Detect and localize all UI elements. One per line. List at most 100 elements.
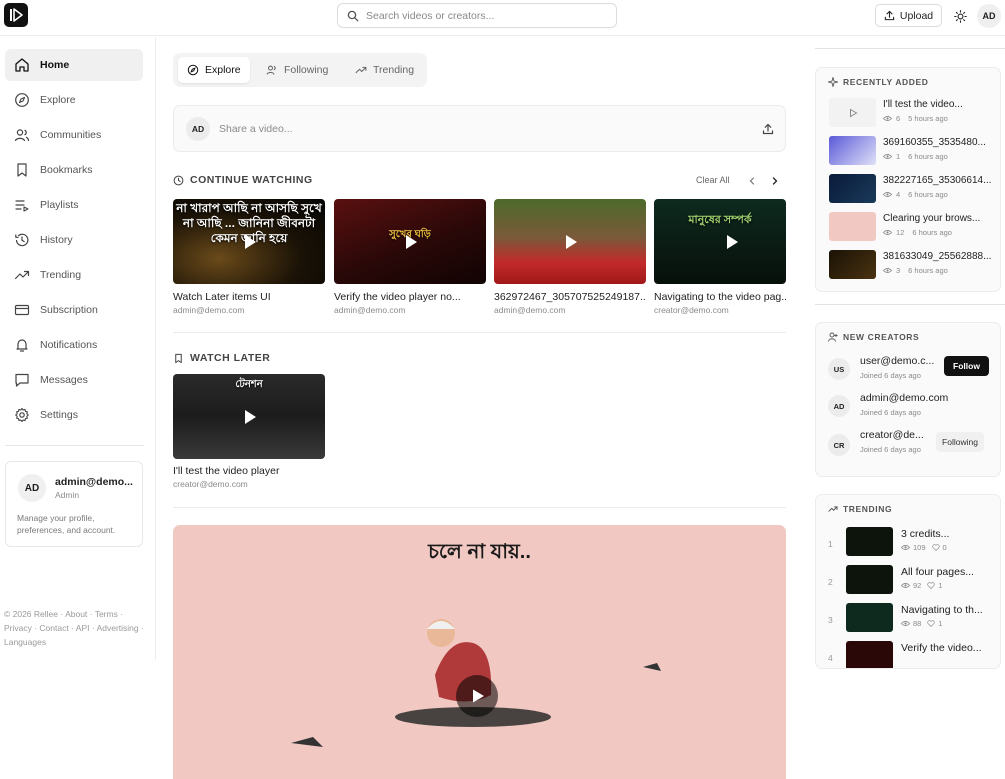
history-icon — [14, 232, 30, 248]
video-title[interactable]: I'll test the video player — [173, 465, 325, 477]
video-thumbnail[interactable]: মানুষের সম্পর্ক — [654, 199, 786, 284]
list-item[interactable]: 382227165_35306614... 4 6 hours ago — [829, 174, 999, 204]
eye-icon — [883, 229, 892, 236]
sidebar-footer-links[interactable]: © 2026 Rellee · About · Terms · Privacy … — [4, 607, 150, 649]
item-meta: 12 6 hours ago — [883, 228, 952, 237]
sidebar-item-label: Notifications — [40, 339, 98, 351]
video-thumbnail[interactable]: টেনশন — [173, 374, 325, 459]
sidebar-item-label: Home — [40, 59, 70, 71]
like-count: 1 — [938, 619, 943, 628]
sidebar-item-bookmarks[interactable]: Bookmarks — [5, 154, 143, 186]
list-item[interactable]: 369160355_3535480... 1 6 hours ago — [829, 136, 999, 166]
tab-label: Trending — [373, 64, 415, 76]
video-thumbnail — [829, 136, 876, 165]
timestamp: 6 hours ago — [912, 228, 952, 237]
profile-role: Admin — [55, 490, 80, 500]
video-author[interactable]: admin@demo.com — [334, 305, 405, 315]
trending-item[interactable]: 3 Navigating to th... 88 1 — [828, 603, 998, 637]
creator-name: creator@de... — [860, 429, 924, 441]
video-thumbnail — [829, 212, 876, 241]
rank: 4 — [828, 653, 833, 663]
eye-icon — [883, 267, 892, 274]
video-thumbnail[interactable]: সুখের ঘড়ি — [334, 199, 486, 284]
item-meta: 3 6 hours ago — [883, 266, 948, 275]
heart-icon — [931, 544, 940, 551]
sidebar-item-notifications[interactable]: Notifications — [5, 329, 143, 361]
timestamp: 6 hours ago — [908, 190, 948, 199]
sidebar-item-explore[interactable]: Explore — [5, 84, 143, 116]
video-title[interactable]: Verify the video player no... — [334, 291, 486, 303]
compass-icon — [14, 92, 30, 108]
sun-icon[interactable] — [951, 7, 969, 25]
video-thumbnail — [829, 250, 876, 279]
card-icon — [14, 302, 30, 318]
video-author[interactable]: admin@demo.com — [494, 305, 565, 315]
following-button[interactable]: Following — [936, 432, 984, 452]
creator-row[interactable]: US user@demo.c... Joined 6 days ago Foll… — [828, 355, 998, 391]
video-title[interactable]: 362972467_305707525249187... — [494, 291, 646, 303]
chevron-right-icon[interactable] — [768, 174, 782, 188]
creator-row[interactable]: AD admin@demo.com Joined 6 days ago — [828, 392, 998, 428]
sidebar-item-history[interactable]: History — [5, 224, 143, 256]
item-title: Verify the video... — [901, 642, 982, 654]
play-button[interactable] — [456, 675, 498, 717]
logo-icon[interactable] — [4, 3, 28, 27]
follow-button[interactable]: Follow — [944, 356, 989, 376]
clear-all-button[interactable]: Clear All — [696, 175, 730, 185]
video-thumbnail[interactable]: না খারাপ আছি না আসছি সুখে না আছি ... জান… — [173, 199, 325, 284]
featured-video[interactable]: চলে না যায়.. — [173, 525, 786, 779]
share-video-composer[interactable]: AD Share a video... — [173, 105, 786, 152]
tab-trending[interactable]: Trending — [346, 57, 423, 83]
upload-button[interactable]: Upload — [875, 4, 942, 27]
bookmark-icon — [14, 162, 30, 178]
sidebar-item-trending[interactable]: Trending — [5, 259, 143, 291]
upload-icon[interactable] — [762, 123, 774, 135]
view-count: 109 — [913, 543, 926, 552]
play-icon — [720, 231, 742, 253]
list-item[interactable]: I'll test the video... 6 5 hours ago — [829, 98, 999, 128]
tab-label: Explore — [205, 64, 241, 76]
composer-placeholder: Share a video... — [219, 123, 293, 135]
panel-divider — [815, 304, 1005, 305]
sidebar-item-label: Bookmarks — [40, 164, 93, 176]
video-title[interactable]: Watch Later items UI — [173, 291, 325, 303]
view-count: 88 — [913, 619, 922, 628]
heart-icon — [927, 620, 935, 627]
timestamp: 6 hours ago — [908, 266, 948, 275]
trending-item[interactable]: 1 3 credits... 109 0 — [828, 527, 998, 561]
sidebar-item-subscription[interactable]: Subscription — [5, 294, 143, 326]
video-thumbnail[interactable] — [494, 199, 646, 284]
user-plus-icon — [828, 332, 838, 342]
item-meta: 92 1 — [901, 581, 943, 590]
eye-icon — [901, 544, 910, 551]
profile-name: admin@demo... — [55, 476, 133, 488]
chevron-left-icon[interactable] — [745, 174, 759, 188]
video-author[interactable]: admin@demo.com — [173, 305, 244, 315]
creator-row[interactable]: CR creator@de... Joined 6 days ago Follo… — [828, 429, 998, 473]
video-author[interactable]: creator@demo.com — [654, 305, 729, 315]
section-divider — [173, 332, 786, 333]
sidebar-divider — [5, 445, 144, 446]
sidebar-item-settings[interactable]: Settings — [5, 399, 143, 431]
search-input[interactable]: Search videos or creators... — [337, 3, 617, 28]
profile-card[interactable]: AD admin@demo... Admin Manage your profi… — [5, 461, 143, 547]
sidebar-item-messages[interactable]: Messages — [5, 364, 143, 396]
trending-item[interactable]: 4 Verify the video... — [828, 641, 998, 668]
sidebar-item-communities[interactable]: Communities — [5, 119, 143, 151]
list-item[interactable]: 381633049_25562888... 3 6 hours ago — [829, 250, 999, 280]
item-title: Navigating to th... — [901, 604, 983, 616]
eye-icon — [901, 582, 910, 589]
sidebar-item-home[interactable]: Home — [5, 49, 143, 81]
sidebar-item-label: History — [40, 234, 73, 246]
list-item[interactable]: Clearing your brows... 12 6 hours ago — [829, 212, 999, 242]
video-author[interactable]: creator@demo.com — [173, 479, 248, 489]
tab-explore[interactable]: Explore — [178, 57, 250, 83]
video-title[interactable]: Navigating to the video pag... — [654, 291, 786, 303]
video-thumbnail — [846, 641, 893, 668]
user-avatar[interactable]: AD — [977, 4, 1001, 28]
thumbnail-text: টেনশন — [235, 379, 263, 390]
users-icon — [14, 127, 30, 143]
trending-item[interactable]: 2 All four pages... 92 1 — [828, 565, 998, 599]
sidebar-item-playlists[interactable]: Playlists — [5, 189, 143, 221]
tab-following[interactable]: Following — [257, 57, 337, 83]
